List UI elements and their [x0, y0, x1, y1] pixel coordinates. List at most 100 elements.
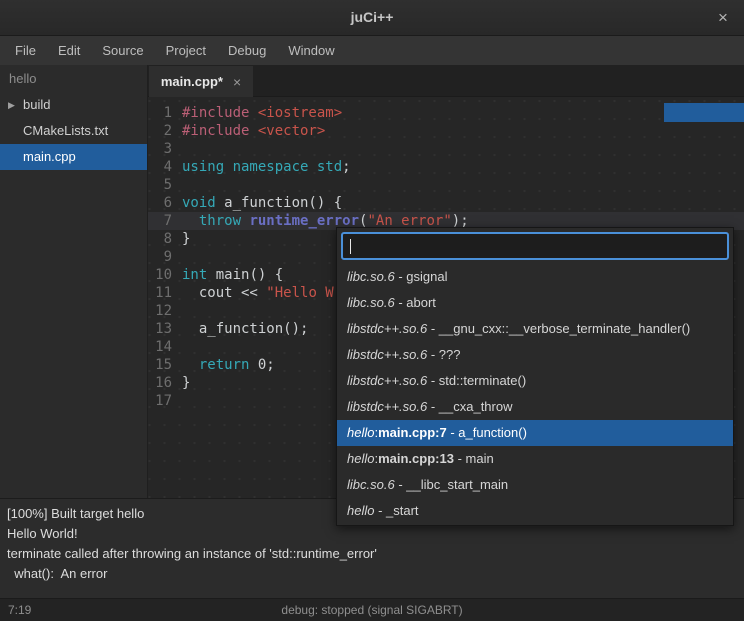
- code-text: }: [172, 230, 190, 248]
- backtrace-text: libc.so.6: [347, 477, 395, 492]
- code-text: [172, 338, 182, 356]
- expander-icon[interactable]: ▶: [8, 92, 15, 118]
- code-token: a_function();: [182, 321, 308, 337]
- code-token: using namespace std: [182, 159, 342, 175]
- tab-label: main.cpp*: [161, 74, 223, 89]
- backtrace-text: - gsignal: [395, 269, 448, 284]
- code-line-1[interactable]: 1#include <iostream>: [148, 104, 744, 122]
- tree-item-label: build: [23, 97, 50, 112]
- code-token: 0;: [249, 357, 274, 373]
- menu-source[interactable]: Source: [91, 38, 154, 63]
- titlebar[interactable]: juCi++ ×: [0, 0, 744, 36]
- code-text: #include <vector>: [172, 122, 325, 140]
- code-line-2[interactable]: 2#include <vector>: [148, 122, 744, 140]
- close-icon[interactable]: ×: [712, 7, 734, 29]
- backtrace-item-4[interactable]: libstdc++.so.6 - ???: [337, 342, 733, 368]
- line-number: 2: [148, 122, 172, 140]
- code-token: <iostream>: [258, 105, 342, 121]
- code-token: main() {: [207, 267, 283, 283]
- code-token: }: [182, 375, 190, 391]
- menu-window[interactable]: Window: [277, 38, 345, 63]
- code-text: [172, 176, 182, 194]
- code-token: void: [182, 195, 216, 211]
- code-token: "Hello W: [266, 285, 333, 301]
- backtrace-text: - __gnu_cxx::__verbose_terminate_handler…: [427, 321, 690, 336]
- code-token: [182, 213, 199, 229]
- backtrace-text: libc.so.6: [347, 269, 395, 284]
- line-number: 8: [148, 230, 172, 248]
- code-text: a_function();: [172, 320, 308, 338]
- sidebar: hello ▶ build CMakeLists.txt main.cpp: [0, 65, 148, 498]
- backtrace-item-8[interactable]: hello:main.cpp:13 - main: [337, 446, 733, 472]
- line-number: 4: [148, 158, 172, 176]
- code-token: return: [199, 357, 250, 373]
- popup-input-wrap: [337, 228, 733, 264]
- backtrace-item-5[interactable]: libstdc++.so.6 - std::terminate(): [337, 368, 733, 394]
- backtrace-list: libc.so.6 - gsignallibc.so.6 - abortlibs…: [337, 264, 733, 525]
- backtrace-item-2[interactable]: libc.so.6 - abort: [337, 290, 733, 316]
- line-number: 7: [148, 212, 172, 230]
- backtrace-text: - std::terminate(): [427, 373, 526, 388]
- code-token: ;: [342, 159, 350, 175]
- code-text: int main() {: [172, 266, 283, 284]
- code-text: #include <iostream>: [172, 104, 342, 122]
- backtrace-search-input[interactable]: [341, 232, 729, 260]
- code-text: cout << "Hello W: [172, 284, 334, 302]
- tree-item-build[interactable]: ▶ build: [0, 92, 147, 118]
- code-text: [172, 392, 182, 410]
- tree-item-cmakelists-txt[interactable]: CMakeLists.txt: [0, 118, 147, 144]
- backtrace-item-6[interactable]: libstdc++.so.6 - __cxa_throw: [337, 394, 733, 420]
- backtrace-text: - abort: [395, 295, 436, 310]
- output-line-3: terminate called after throwing an insta…: [7, 544, 737, 564]
- code-text: [172, 140, 182, 158]
- tree-item-label: CMakeLists.txt: [23, 123, 108, 138]
- menu-file[interactable]: File: [4, 38, 47, 63]
- backtrace-text: - _start: [374, 503, 418, 518]
- line-number: 10: [148, 266, 172, 284]
- code-line-5[interactable]: 5: [148, 176, 744, 194]
- line-number: 6: [148, 194, 172, 212]
- file-tree: ▶ build CMakeLists.txt main.cpp: [0, 92, 147, 170]
- menu-debug[interactable]: Debug: [217, 38, 277, 63]
- code-line-4[interactable]: 4using namespace std;: [148, 158, 744, 176]
- backtrace-text: - __libc_start_main: [395, 477, 508, 492]
- tree-item-main-cpp[interactable]: main.cpp: [0, 144, 147, 170]
- backtrace-item-3[interactable]: libstdc++.so.6 - __gnu_cxx::__verbose_te…: [337, 316, 733, 342]
- line-number: 17: [148, 392, 172, 410]
- line-number: 13: [148, 320, 172, 338]
- tab-close-icon[interactable]: ×: [233, 74, 241, 90]
- code-token: throw: [199, 213, 241, 229]
- code-token: <vector>: [258, 123, 325, 139]
- backtrace-text: hello: [347, 425, 374, 440]
- code-text: [172, 302, 182, 320]
- code-token: cout <<: [182, 285, 266, 301]
- window-title: juCi++: [0, 9, 744, 25]
- code-line-6[interactable]: 6void a_function() {: [148, 194, 744, 212]
- code-token: int: [182, 267, 207, 283]
- code-token: [182, 357, 199, 373]
- line-number: 16: [148, 374, 172, 392]
- code-text: using namespace std;: [172, 158, 351, 176]
- backtrace-text: - main: [454, 451, 494, 466]
- code-text: return 0;: [172, 356, 275, 374]
- menu-project[interactable]: Project: [155, 38, 217, 63]
- backtrace-item-10[interactable]: hello - _start: [337, 498, 733, 524]
- menubar: FileEditSourceProjectDebugWindow: [0, 36, 744, 65]
- backtrace-item-9[interactable]: libc.so.6 - __libc_start_main: [337, 472, 733, 498]
- code-token: #include: [182, 123, 258, 139]
- backtrace-text: main.cpp:13: [378, 451, 454, 466]
- scrollbar-thumb[interactable]: [664, 103, 744, 122]
- line-number: 1: [148, 104, 172, 122]
- menu-edit[interactable]: Edit: [47, 38, 91, 63]
- tab-main-cpp[interactable]: main.cpp* ×: [149, 66, 253, 97]
- backtrace-item-7[interactable]: hello:main.cpp:7 - a_function(): [337, 420, 733, 446]
- app-window: juCi++ × FileEditSourceProjectDebugWindo…: [0, 0, 744, 621]
- backtrace-text: libstdc++.so.6: [347, 399, 427, 414]
- code-text: }: [172, 374, 190, 392]
- project-name: hello: [0, 65, 147, 92]
- code-token: }: [182, 231, 190, 247]
- backtrace-text: libstdc++.so.6: [347, 373, 427, 388]
- backtrace-item-1[interactable]: libc.so.6 - gsignal: [337, 264, 733, 290]
- backtrace-text: - a_function(): [447, 425, 527, 440]
- code-line-3[interactable]: 3: [148, 140, 744, 158]
